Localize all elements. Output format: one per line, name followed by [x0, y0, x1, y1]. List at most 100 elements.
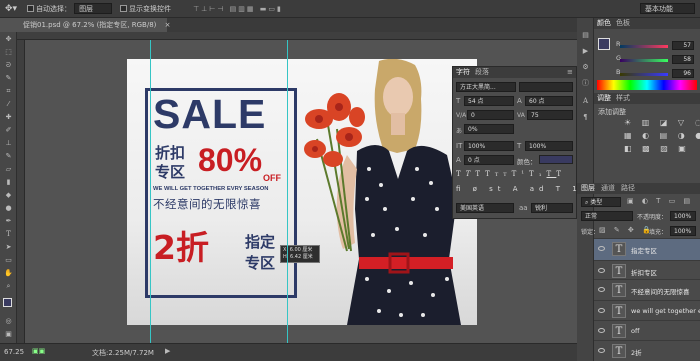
horizontal-ruler[interactable] [17, 32, 577, 40]
properties-icon[interactable]: ⚙ [581, 64, 590, 71]
actions-icon[interactable]: ▶ [581, 48, 590, 55]
paragraph-panel-icon[interactable]: ¶ [581, 114, 590, 121]
g-value[interactable]: 58 [672, 55, 694, 64]
history-icon[interactable]: ▤ [581, 32, 590, 39]
layer-filter-select[interactable]: ⌕ 类型 [581, 197, 621, 207]
brush-tool-icon[interactable]: ✐ [4, 127, 13, 134]
fill-input[interactable]: 100% [670, 226, 696, 236]
close-tab-icon[interactable]: × [165, 21, 171, 29]
guide-line-right[interactable] [287, 40, 288, 343]
layer-row[interactable]: T 2折 [594, 340, 700, 361]
layer-row[interactable]: T 指定专区 [594, 238, 700, 260]
eye-icon[interactable] [598, 246, 605, 251]
tab-paragraph[interactable]: 段落 [475, 67, 489, 77]
status-arrow-icon[interactable]: ▶ [165, 347, 170, 355]
gradient-tool-icon[interactable]: ▮ [4, 179, 13, 186]
healing-tool-icon[interactable]: ✚ [4, 114, 13, 121]
quick-select-tool-icon[interactable]: ✎ [4, 75, 13, 82]
tab-styles[interactable]: 样式 [616, 93, 630, 103]
layer-filter-icons[interactable]: ▣ ◐ T ▭ ▤ [627, 197, 693, 205]
leading-icon: A [517, 97, 522, 105]
character-panel-icon[interactable]: A [581, 98, 590, 105]
b-slider[interactable] [620, 73, 668, 76]
path-select-tool-icon[interactable]: ➤ [4, 244, 13, 251]
opacity-input[interactable]: 100% [670, 211, 696, 221]
align-icons[interactable]: ⊤⊥⊢⊣ ▤▥▦ ▬▭▮ [193, 5, 283, 13]
eyedropper-tool-icon[interactable]: ⁄ [4, 101, 13, 108]
stamp-tool-icon[interactable]: ⊥ [4, 140, 13, 147]
adjustment-icons-row3[interactable]: ◧ ▩ ▨ ▣ [624, 144, 690, 153]
layer-row[interactable]: T off [594, 320, 700, 342]
r-slider[interactable] [620, 45, 668, 48]
show-transform-checkbox[interactable]: 显示变换控件 [120, 4, 171, 14]
foreground-color-swatch[interactable] [3, 298, 12, 307]
eye-icon[interactable] [598, 328, 605, 333]
marquee-tool-icon[interactable]: ⬚ [4, 49, 13, 56]
quick-mask-icon[interactable]: ◎ [4, 318, 13, 325]
horizontal-scale-input[interactable]: 100% [525, 141, 573, 151]
adjustment-icons-row1[interactable]: ☀ ▥ ◪ ▽ ◌ [624, 118, 700, 127]
workspace-select[interactable]: 基本功能 [640, 3, 695, 14]
move-tool-icon[interactable]: ✥▾ [5, 4, 17, 14]
hand-tool-icon[interactable]: ✋ [4, 270, 13, 277]
vertical-ruler[interactable] [17, 40, 25, 343]
group-select[interactable]: 图层 [74, 3, 113, 14]
tab-adjustments[interactable]: 调整 [597, 93, 611, 103]
b-value[interactable]: 96 [672, 69, 694, 78]
adjustment-icons-row2[interactable]: ▦ ◐ ▤ ◑ ● ▦ [624, 131, 700, 140]
blend-mode-select[interactable]: 正常 [581, 211, 633, 221]
lock-icons[interactable]: ▨ ✎ ✥ 🔒 [599, 226, 654, 234]
tab-layers[interactable]: 图层 [581, 183, 595, 193]
screen-mode-icon[interactable]: ▣ [4, 331, 13, 338]
type-tool-icon[interactable]: T [4, 231, 13, 238]
dodge-tool-icon[interactable]: ● [4, 205, 13, 212]
discount-label: 折扣 [155, 144, 186, 162]
language-select[interactable]: 美国英语 [456, 203, 514, 213]
crop-tool-icon[interactable]: ⌗ [4, 88, 13, 95]
auto-select-checkbox[interactable]: 自动选择： [27, 4, 71, 14]
kerning-icon: V/A [456, 112, 467, 119]
baseline-input[interactable]: 0 点 [464, 155, 514, 165]
info-icon[interactable]: ⓘ [581, 80, 590, 87]
leading-input[interactable]: 60 点 [525, 96, 573, 106]
guide-line-left[interactable] [150, 40, 151, 343]
font-size-input[interactable]: 54 点 [464, 96, 514, 106]
eraser-tool-icon[interactable]: ▱ [4, 166, 13, 173]
tab-swatches[interactable]: 色板 [616, 18, 630, 28]
lasso-tool-icon[interactable]: ᘐ [4, 62, 13, 69]
g-slider[interactable] [620, 59, 668, 62]
layer-row[interactable]: T we will get together evry sea... [594, 300, 700, 322]
tracking-input[interactable]: 75 [527, 110, 573, 120]
eye-icon[interactable] [598, 287, 605, 292]
font-style-select[interactable] [519, 82, 573, 92]
eye-icon[interactable] [598, 308, 605, 313]
history-brush-tool-icon[interactable]: ✎ [4, 153, 13, 160]
color-spectrum[interactable] [597, 80, 697, 90]
antialias-select[interactable]: 锐利 [531, 203, 573, 213]
tab-color[interactable]: 颜色 [597, 18, 611, 28]
panel-menu-icon[interactable]: ≡ [567, 67, 573, 77]
tab-channels[interactable]: 通道 [601, 183, 615, 193]
tab-character[interactable]: 字符 [456, 67, 470, 77]
zoom-level[interactable]: 67.25 [4, 348, 24, 356]
document-tab[interactable]: 促销01.psd @ 67.2% (指定专区, RGB/8) × [17, 18, 171, 32]
vertical-scale-icon: IT [456, 142, 463, 150]
r-value[interactable]: 57 [672, 41, 694, 50]
vertical-scale-input[interactable]: 100% [464, 141, 514, 151]
pen-tool-icon[interactable]: ✒ [4, 218, 13, 225]
layer-row[interactable]: T 不经意间的无限惊喜 [594, 279, 700, 301]
text-color-swatch[interactable] [539, 155, 573, 164]
color-fg-swatch[interactable] [598, 38, 610, 50]
eye-icon[interactable] [598, 348, 605, 353]
kerning-input[interactable]: 0 [467, 110, 514, 120]
font-family-select[interactable]: 方正大黑简... [456, 82, 516, 92]
tab-paths[interactable]: 路径 [621, 183, 635, 193]
eye-icon[interactable] [598, 268, 605, 273]
shape-tool-icon[interactable]: ▭ [4, 257, 13, 264]
type-style-buttons[interactable]: TTTTTTT¹T₁TT [456, 170, 566, 178]
zoom-tool-icon[interactable]: ⌕ [4, 283, 13, 290]
status-menu-icon[interactable]: ▣▣ [32, 347, 45, 355]
blur-tool-icon[interactable]: ◆ [4, 192, 13, 199]
move-tool-icon[interactable]: ✥ [4, 36, 13, 43]
tsume-input[interactable]: 0% [464, 124, 514, 134]
